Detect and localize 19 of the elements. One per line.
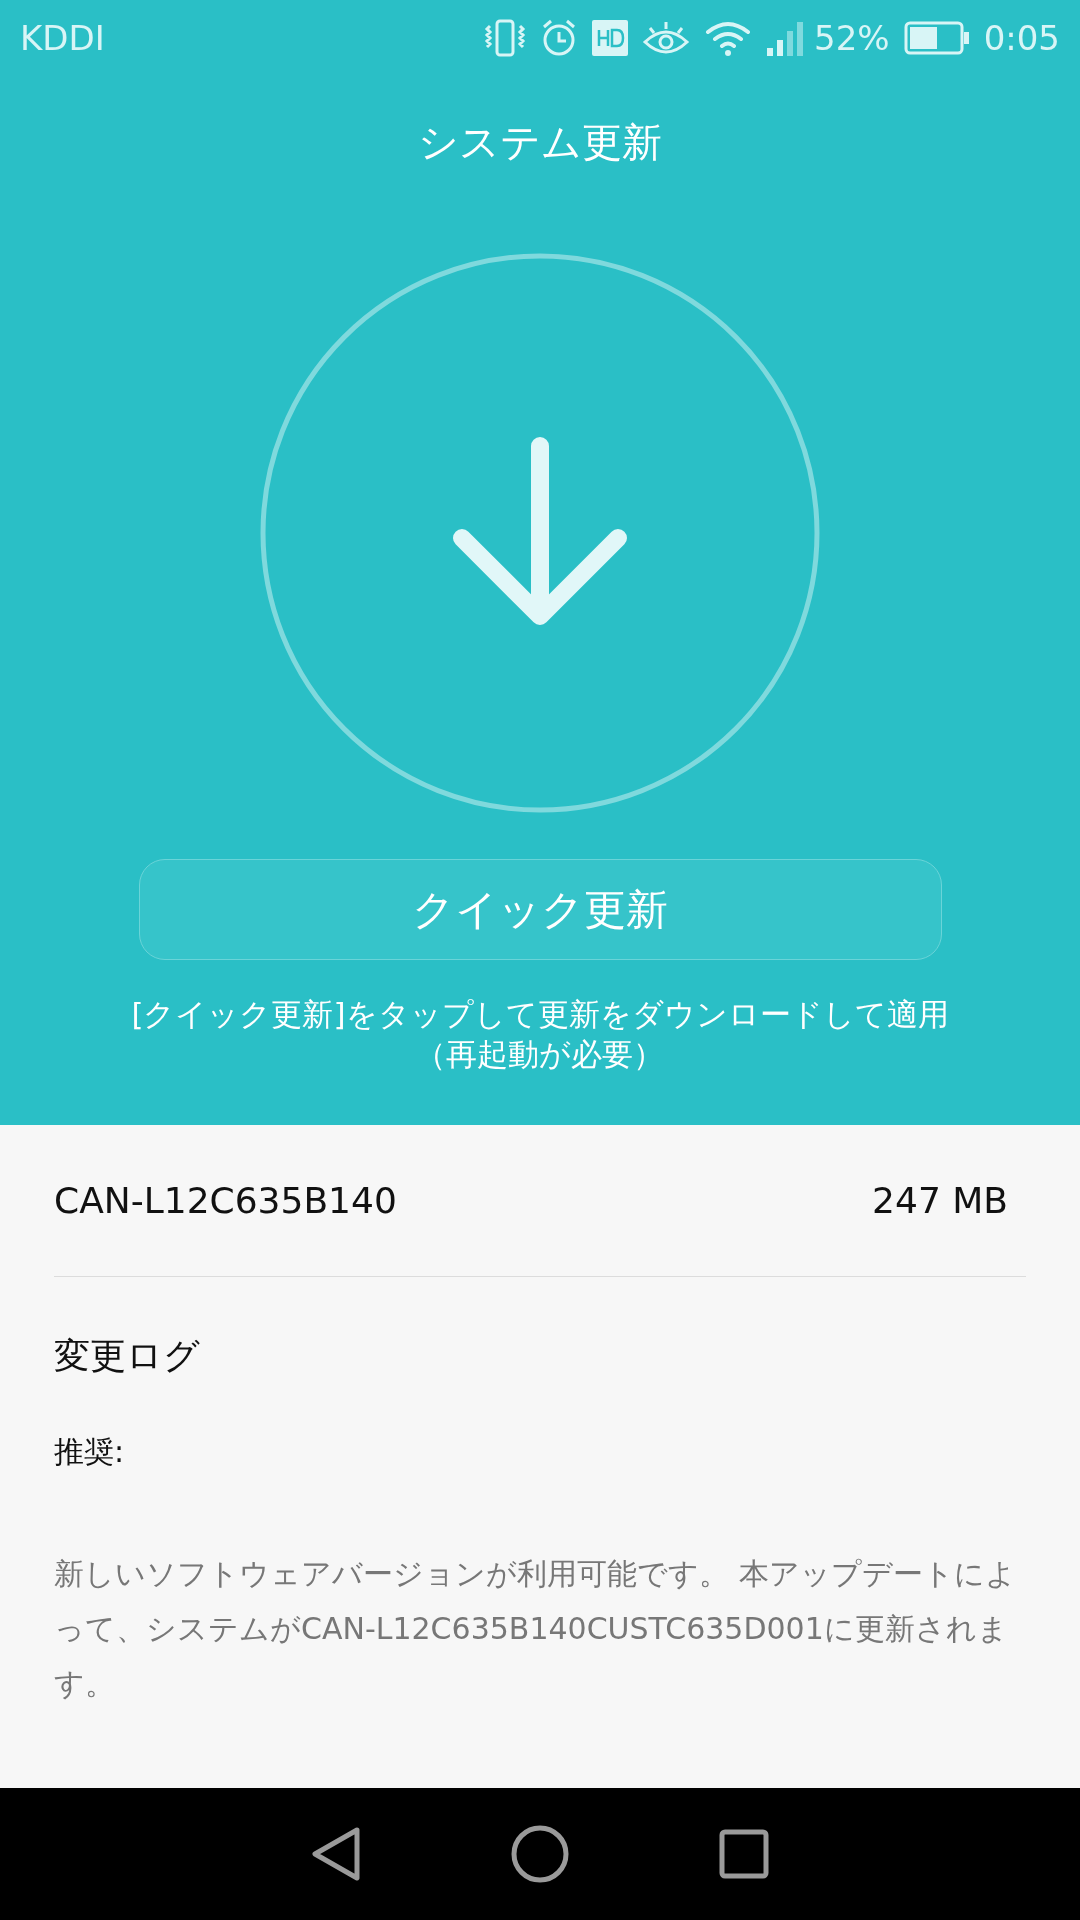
- battery-icon: [903, 21, 970, 55]
- clock-time: 0:05: [983, 16, 1060, 60]
- back-icon[interactable]: [311, 1826, 361, 1882]
- vibrate-icon: [484, 18, 527, 58]
- carrier-name: KDDI: [20, 16, 105, 60]
- download-circle-icon: [259, 252, 821, 814]
- hint-text: （再起動が必要）: [415, 1035, 665, 1074]
- hd-icon: [592, 20, 629, 56]
- hint-text: [クイック更新]をタップして更新をダウンロードして適用: [131, 995, 949, 1034]
- package-name: CAN-L12C635B140: [54, 1178, 397, 1223]
- battery-percentage: 52%: [814, 16, 890, 60]
- quick-update-button[interactable]: クイック更新: [138, 859, 942, 960]
- changelog-text: 新しいソフトウェアバージョンが利用可能です。 本アップデートによって、システムがCAN-L12C635B140CUSTC635D001に更新されます。: [54, 1555, 1017, 1703]
- changelog-heading: 変更ログ: [54, 1334, 201, 1378]
- changelog-label: 推奨:: [54, 1433, 126, 1471]
- recents-icon[interactable]: [719, 1829, 769, 1879]
- package-size: 247 MB: [872, 1178, 1008, 1223]
- screen-title: システム更新: [418, 118, 662, 167]
- home-icon[interactable]: [511, 1825, 569, 1883]
